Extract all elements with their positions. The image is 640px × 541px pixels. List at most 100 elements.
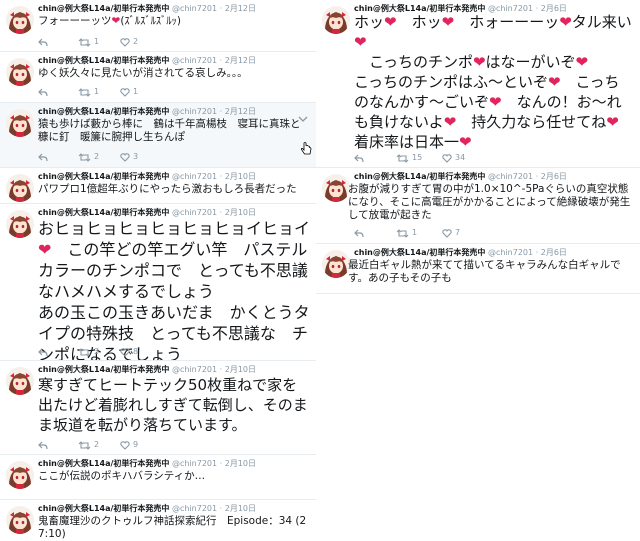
retweet-button[interactable]: 1 bbox=[78, 36, 99, 48]
avatar[interactable] bbox=[6, 6, 34, 34]
reply-button[interactable] bbox=[38, 439, 51, 451]
reply-button[interactable] bbox=[38, 151, 51, 163]
user-handle[interactable]: @chin7201 bbox=[488, 248, 533, 257]
retweet-button[interactable]: 2 bbox=[78, 439, 99, 451]
heart-emoji: ❤ bbox=[38, 240, 52, 259]
tweet-date[interactable]: 2月10日 bbox=[225, 504, 256, 513]
tweet-actions: 15 34 bbox=[354, 152, 494, 164]
avatar[interactable] bbox=[322, 6, 350, 34]
display-name[interactable]: chin@例大祭L14a/初単行本発売中 bbox=[38, 4, 169, 13]
like-button[interactable]: 2 bbox=[120, 36, 138, 48]
tweet[interactable]: chin@例大祭L14a/初単行本発売中 @chin7201 · 2月12日 ゆ… bbox=[0, 52, 316, 103]
retweet-button[interactable]: 1 bbox=[396, 227, 417, 239]
separator: · bbox=[219, 459, 223, 468]
user-handle[interactable]: @chin7201 bbox=[172, 56, 217, 65]
avatar[interactable] bbox=[322, 250, 350, 278]
tweet-text: 鬼畜魔理沙のクトゥルフ神話探索紀行 Episode：34 (27:10) bbox=[38, 515, 307, 540]
avatar[interactable] bbox=[6, 506, 34, 534]
display-name[interactable]: chin@例大祭L14a/初単行本発売中 bbox=[38, 56, 169, 65]
heart-emoji: ❤ bbox=[459, 133, 472, 151]
display-name[interactable]: chin@例大祭L14a/初単行本発売中 bbox=[38, 107, 169, 116]
tweet-actions: 1 1 bbox=[38, 86, 168, 98]
display-name[interactable]: chin@例大祭L14a/初単行本発売中 bbox=[38, 172, 169, 181]
retweet-icon bbox=[396, 153, 409, 163]
user-handle[interactable]: @chin7201 bbox=[488, 172, 533, 181]
display-name[interactable]: chin@例大祭L14a/初単行本発売中 bbox=[38, 365, 169, 374]
tweet-date[interactable]: 2月6日 bbox=[541, 248, 567, 257]
retweet-button[interactable]: 1 bbox=[78, 86, 99, 98]
retweet-icon bbox=[396, 228, 409, 238]
user-handle[interactable]: @chin7201 bbox=[172, 172, 217, 181]
tweet-text: 最近白ギャル熱が来てて描いてるキャラみんな白ギャルです。あの子もその子も bbox=[348, 259, 621, 284]
heart-emoji: ❤ bbox=[111, 15, 121, 27]
like-button[interactable]: 8 bbox=[120, 346, 138, 358]
user-handle[interactable]: @chin7201 bbox=[172, 4, 217, 13]
tweet-date[interactable]: 2月10日 bbox=[225, 208, 256, 217]
user-handle[interactable]: @chin7201 bbox=[172, 208, 217, 217]
tweet-date[interactable]: 2月10日 bbox=[225, 172, 256, 181]
heart-icon bbox=[120, 347, 130, 357]
retweet-button[interactable]: 2 bbox=[78, 151, 99, 163]
reply-button[interactable] bbox=[38, 36, 51, 48]
tweet[interactable]: chin@例大祭L14a/初単行本発売中 @chin7201 · 2月12日 フ… bbox=[0, 0, 316, 52]
avatar[interactable] bbox=[6, 367, 34, 395]
retweet-icon bbox=[78, 37, 91, 47]
chevron-down-icon[interactable] bbox=[298, 108, 308, 127]
tweet[interactable]: chin@例大祭L14a/初単行本発売中 @chin7201 · 2月10日 寒… bbox=[0, 361, 316, 455]
heart-icon bbox=[442, 153, 452, 163]
avatar[interactable] bbox=[6, 174, 34, 202]
tweet-date[interactable]: 2月10日 bbox=[225, 459, 256, 468]
heart-icon bbox=[120, 87, 130, 97]
tweet[interactable]: chin@例大祭L14a/初単行本発売中 @chin7201 · 2月10日 鬼… bbox=[0, 500, 316, 541]
display-name[interactable]: chin@例大祭L14a/初単行本発売中 bbox=[354, 248, 485, 257]
reply-button[interactable] bbox=[354, 152, 367, 164]
tweet[interactable]: chin@例大祭L14a/初単行本発売中 @chin7201 · 2月6日 お腹… bbox=[316, 168, 640, 244]
like-button[interactable]: 7 bbox=[442, 227, 460, 239]
display-name[interactable]: chin@例大祭L14a/初単行本発売中 bbox=[38, 459, 169, 468]
heart-emoji: ❤ bbox=[606, 113, 619, 131]
heart-emoji: ❤ bbox=[441, 13, 455, 31]
heart-emoji: ❤ bbox=[354, 33, 367, 51]
tweet[interactable]: chin@例大祭L14a/初単行本発売中 @chin7201 · 2月6日 ホッ… bbox=[316, 0, 640, 168]
tweet[interactable]: chin@例大祭L14a/初単行本発売中 @chin7201 · 2月10日 お… bbox=[0, 204, 316, 361]
display-name[interactable]: chin@例大祭L14a/初単行本発売中 bbox=[38, 504, 169, 513]
retweet-count: 1 bbox=[94, 87, 100, 96]
user-handle[interactable]: @chin7201 bbox=[172, 459, 217, 468]
tweet[interactable]: chin@例大祭L14a/初単行本発売中 @chin7201 · 2月12日 猿… bbox=[0, 103, 316, 168]
reply-button[interactable] bbox=[38, 86, 51, 98]
display-name[interactable]: chin@例大祭L14a/初単行本発売中 bbox=[38, 208, 169, 217]
like-button[interactable]: 3 bbox=[120, 151, 138, 163]
tweet[interactable]: chin@例大祭L14a/初単行本発売中 @chin7201 · 2月6日 最近… bbox=[316, 244, 640, 294]
like-count: 1 bbox=[133, 87, 139, 96]
avatar[interactable] bbox=[6, 210, 34, 238]
tweet[interactable]: chin@例大祭L14a/初単行本発売中 @chin7201 · 2月10日 こ… bbox=[0, 455, 316, 500]
like-button[interactable]: 34 bbox=[442, 152, 465, 164]
avatar[interactable] bbox=[6, 109, 34, 137]
user-handle[interactable]: @chin7201 bbox=[172, 107, 217, 116]
retweet-count: 2 bbox=[94, 152, 100, 161]
avatar[interactable] bbox=[6, 58, 34, 86]
avatar[interactable] bbox=[6, 461, 34, 489]
tweet-date[interactable]: 2月6日 bbox=[541, 172, 567, 181]
reply-button[interactable] bbox=[38, 346, 51, 358]
heart-icon bbox=[120, 440, 130, 450]
like-button[interactable]: 9 bbox=[120, 439, 138, 451]
separator: · bbox=[219, 208, 223, 217]
tweet-date[interactable]: 2月12日 bbox=[225, 4, 256, 13]
reply-icon bbox=[38, 38, 48, 47]
retweet-button[interactable]: 3 bbox=[78, 346, 99, 358]
tweet-date[interactable]: 2月12日 bbox=[225, 107, 256, 116]
tweet-header: chin@例大祭L14a/初単行本発売中 @chin7201 · 2月10日 bbox=[38, 503, 312, 514]
tweet-date[interactable]: 2月10日 bbox=[225, 365, 256, 374]
like-button[interactable]: 1 bbox=[120, 86, 138, 98]
display-name[interactable]: chin@例大祭L14a/初単行本発売中 bbox=[354, 172, 485, 181]
reply-button[interactable] bbox=[354, 227, 367, 239]
heart-emoji: ❤ bbox=[443, 113, 457, 131]
tweet-date[interactable]: 2月12日 bbox=[225, 56, 256, 65]
retweet-button[interactable]: 15 bbox=[396, 152, 422, 164]
like-count: 2 bbox=[133, 37, 139, 46]
avatar[interactable] bbox=[322, 174, 350, 202]
tweet[interactable]: chin@例大祭L14a/初単行本発売中 @chin7201 · 2月10日 パ… bbox=[0, 168, 316, 204]
user-handle[interactable]: @chin7201 bbox=[172, 365, 217, 374]
user-handle[interactable]: @chin7201 bbox=[172, 504, 217, 513]
